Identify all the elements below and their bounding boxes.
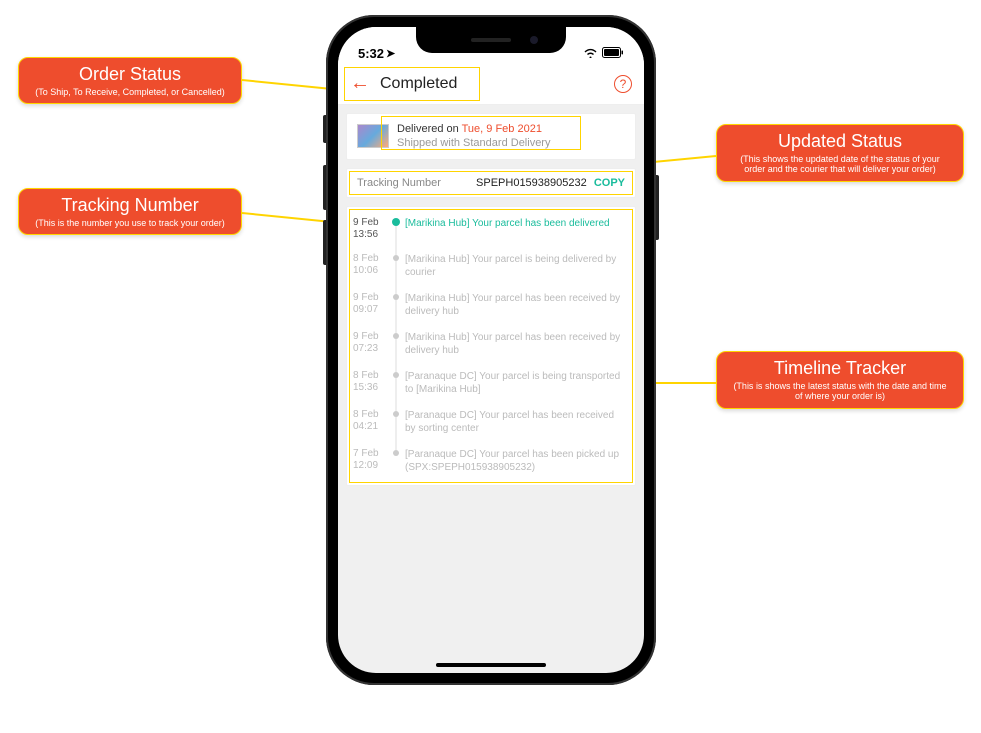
- timeline-row: 9 Feb13:56 [Marikina Hub] Your parcel has…: [353, 217, 625, 241]
- timeline-message: [Paranaque DC] Your parcel is being tran…: [405, 370, 625, 397]
- home-indicator: [436, 663, 546, 667]
- timeline-row: 8 Feb04:21 [Paranaque DC] Your parcel has…: [353, 409, 625, 436]
- side-button: [323, 115, 326, 143]
- timeline-dot-icon: [393, 411, 399, 417]
- callout-title: Tracking Number: [31, 195, 229, 217]
- callout-title: Updated Status: [729, 131, 951, 153]
- callout-updated-status: Updated Status (This shows the updated d…: [716, 124, 964, 182]
- callout-desc: (This is shows the latest status with th…: [729, 381, 951, 403]
- timeline-date: 9 Feb13:56: [353, 217, 387, 241]
- screen: 5:32 ➤ ← Completed ?: [338, 27, 644, 673]
- timeline-dot-icon: [393, 450, 399, 456]
- timeline-date: 9 Feb09:07: [353, 292, 387, 319]
- tracking-row: Tracking Number SPEPH015938905232 COPY: [346, 168, 636, 198]
- callout-title: Timeline Tracker: [729, 358, 951, 380]
- timeline-date: 8 Feb15:36: [353, 370, 387, 397]
- timeline-row: 9 Feb07:23 [Marikina Hub] Your parcel has…: [353, 331, 625, 358]
- shipping-method: Shipped with Standard Delivery: [397, 136, 550, 150]
- timeline-dot-icon: [392, 218, 400, 226]
- timeline-message: [Marikina Hub] Your parcel has been deli…: [405, 217, 625, 241]
- timeline-row: 7 Feb12:09 [Paranaque DC] Your parcel has…: [353, 448, 625, 475]
- timeline-dot-icon: [393, 255, 399, 261]
- copy-button[interactable]: COPY: [594, 177, 625, 189]
- timeline-message: [Paranaque DC] Your parcel has been rece…: [405, 409, 625, 436]
- callout-desc: (This shows the updated date of the stat…: [729, 154, 951, 176]
- help-icon[interactable]: ?: [614, 75, 632, 93]
- timeline-row: 9 Feb09:07 [Marikina Hub] Your parcel has…: [353, 292, 625, 319]
- timeline-date: 9 Feb07:23: [353, 331, 387, 358]
- delivered-date: Tue, 9 Feb 2021: [462, 123, 542, 135]
- timeline-date: 8 Feb04:21: [353, 409, 387, 436]
- product-thumbnail: [357, 124, 389, 148]
- timeline-dot-icon: [393, 333, 399, 339]
- side-button: [323, 220, 326, 265]
- callout-order-status: Order Status (To Ship, To Receive, Compl…: [18, 57, 242, 104]
- tracking-value: SPEPH015938905232: [476, 177, 587, 189]
- tracking-label: Tracking Number: [357, 177, 441, 189]
- timeline-message: [Marikina Hub] Your parcel has been rece…: [405, 292, 625, 319]
- delivered-prefix: Delivered on: [397, 123, 462, 135]
- timeline-date: 7 Feb12:09: [353, 448, 387, 475]
- callout-timeline-tracker: Timeline Tracker (This is shows the late…: [716, 351, 964, 409]
- timeline-message: [Paranaque DC] Your parcel has been pick…: [405, 448, 625, 475]
- location-icon: ➤: [386, 47, 395, 60]
- phone-mockup: 5:32 ➤ ← Completed ?: [326, 15, 656, 685]
- timeline-date: 8 Feb10:06: [353, 253, 387, 280]
- back-icon[interactable]: ←: [350, 72, 370, 95]
- timeline-message: [Marikina Hub] Your parcel has been rece…: [405, 331, 625, 358]
- delivered-line: Delivered on Tue, 9 Feb 2021: [397, 122, 550, 136]
- delivery-status-card: Delivered on Tue, 9 Feb 2021 Shipped wit…: [346, 113, 636, 160]
- callout-tracking-number: Tracking Number (This is the number you …: [18, 188, 242, 235]
- callout-desc: (This is the number you use to track you…: [31, 218, 229, 229]
- timeline-row: 8 Feb15:36 [Paranaque DC] Your parcel is …: [353, 370, 625, 397]
- timeline-dot-icon: [393, 372, 399, 378]
- battery-icon: [602, 46, 624, 61]
- timeline-dot-icon: [393, 294, 399, 300]
- callout-desc: (To Ship, To Receive, Completed, or Canc…: [31, 87, 229, 98]
- page-title: Completed: [380, 75, 614, 93]
- status-time: 5:32: [358, 46, 384, 61]
- header: ← Completed ?: [338, 63, 644, 105]
- timeline-row: 8 Feb10:06 [Marikina Hub] Your parcel is …: [353, 253, 625, 280]
- side-button: [656, 175, 659, 240]
- notch: [416, 27, 566, 53]
- callout-title: Order Status: [31, 64, 229, 86]
- timeline: 9 Feb13:56 [Marikina Hub] Your parcel has…: [346, 206, 636, 486]
- timeline-message: [Marikina Hub] Your parcel is being deli…: [405, 253, 625, 280]
- side-button: [323, 165, 326, 210]
- wifi-icon: [583, 46, 598, 61]
